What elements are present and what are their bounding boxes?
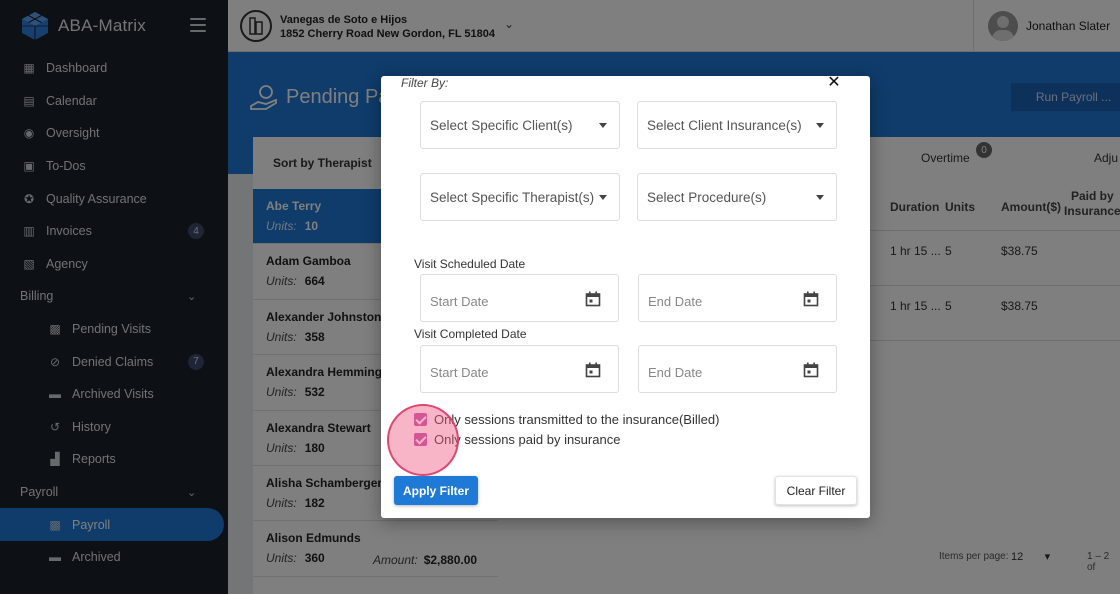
- calendar-icon[interactable]: [803, 291, 819, 307]
- calendar-icon[interactable]: [585, 362, 601, 378]
- dropdown-arrow-icon: [816, 123, 824, 128]
- start-date-placeholder: Start Date: [430, 294, 489, 309]
- close-icon[interactable]: ✕: [827, 75, 841, 91]
- completed-end-date-field[interactable]: End Date: [638, 345, 837, 393]
- scheduled-start-date-field[interactable]: Start Date: [420, 274, 619, 322]
- billed-checkbox-row[interactable]: Only sessions transmitted to the insuran…: [414, 412, 719, 427]
- insurance-select[interactable]: Select Client Insurance(s): [637, 101, 837, 149]
- end-date-placeholder: End Date: [648, 294, 703, 309]
- procedure-select-placeholder: Select Procedure(s): [647, 190, 767, 205]
- calendar-icon[interactable]: [585, 291, 601, 307]
- apply-filter-button[interactable]: Apply Filter: [394, 476, 478, 505]
- end-date-placeholder: End Date: [648, 365, 703, 380]
- visit-scheduled-date-label: Visit Scheduled Date: [414, 257, 526, 271]
- start-date-placeholder: Start Date: [430, 365, 489, 380]
- dropdown-arrow-icon: [816, 195, 824, 200]
- client-select[interactable]: Select Specific Client(s): [420, 101, 620, 149]
- click-indicator: [387, 404, 459, 476]
- completed-start-date-field[interactable]: Start Date: [420, 345, 619, 393]
- procedure-select[interactable]: Select Procedure(s): [637, 173, 837, 221]
- therapist-select-placeholder: Select Specific Therapist(s): [430, 190, 595, 205]
- insurance-select-placeholder: Select Client Insurance(s): [647, 118, 802, 133]
- dropdown-arrow-icon: [599, 123, 607, 128]
- paid-checkbox-label: Only sessions paid by insurance: [434, 432, 621, 447]
- visit-completed-date-label: Visit Completed Date: [414, 327, 527, 341]
- client-select-placeholder: Select Specific Client(s): [430, 118, 573, 133]
- billed-checkbox-label: Only sessions transmitted to the insuran…: [434, 412, 720, 427]
- dropdown-arrow-icon: [599, 195, 607, 200]
- scheduled-end-date-field[interactable]: End Date: [638, 274, 837, 322]
- calendar-icon[interactable]: [803, 362, 819, 378]
- clear-filter-button[interactable]: Clear Filter: [775, 476, 857, 505]
- therapist-select[interactable]: Select Specific Therapist(s): [420, 173, 620, 221]
- dialog-title: Filter By:: [401, 76, 449, 90]
